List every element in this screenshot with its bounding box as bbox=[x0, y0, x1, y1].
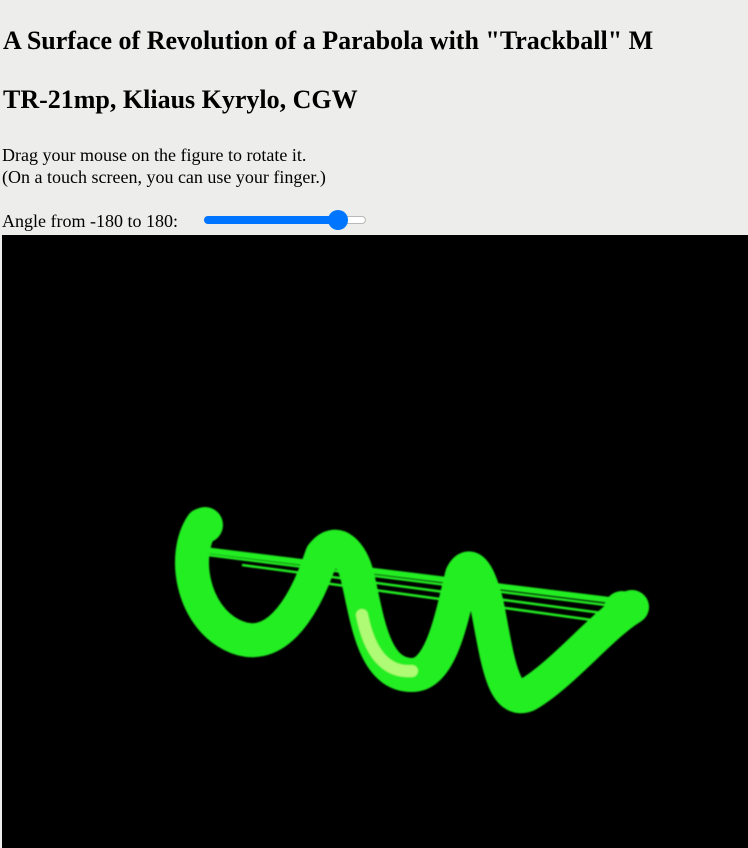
page-subtitle: TR-21mp, Kliaus Kyrylo, CGW bbox=[3, 85, 358, 114]
instruction-line-2: (On a touch screen, you can use your fin… bbox=[2, 167, 326, 187]
page-title: A Surface of Revolution of a Parabola wi… bbox=[3, 26, 654, 55]
coil-end-cap bbox=[604, 591, 640, 627]
slider-fill bbox=[204, 216, 339, 224]
surface-of-revolution-figure bbox=[175, 507, 649, 713]
angle-slider[interactable] bbox=[204, 210, 366, 230]
angle-label: Angle from -180 to 180: bbox=[2, 211, 178, 231]
slider-thumb[interactable] bbox=[328, 210, 349, 230]
axis-rod bbox=[191, 551, 623, 609]
page: A Surface of Revolution of a Parabola wi… bbox=[0, 0, 748, 848]
webgl-canvas[interactable] bbox=[2, 235, 748, 848]
parabola-surface bbox=[175, 507, 649, 713]
instruction-line-1: Drag your mouse on the figure to rotate … bbox=[2, 145, 307, 165]
instructions: Drag your mouse on the figure to rotate … bbox=[2, 144, 326, 188]
coil-start-bulb bbox=[187, 507, 223, 543]
